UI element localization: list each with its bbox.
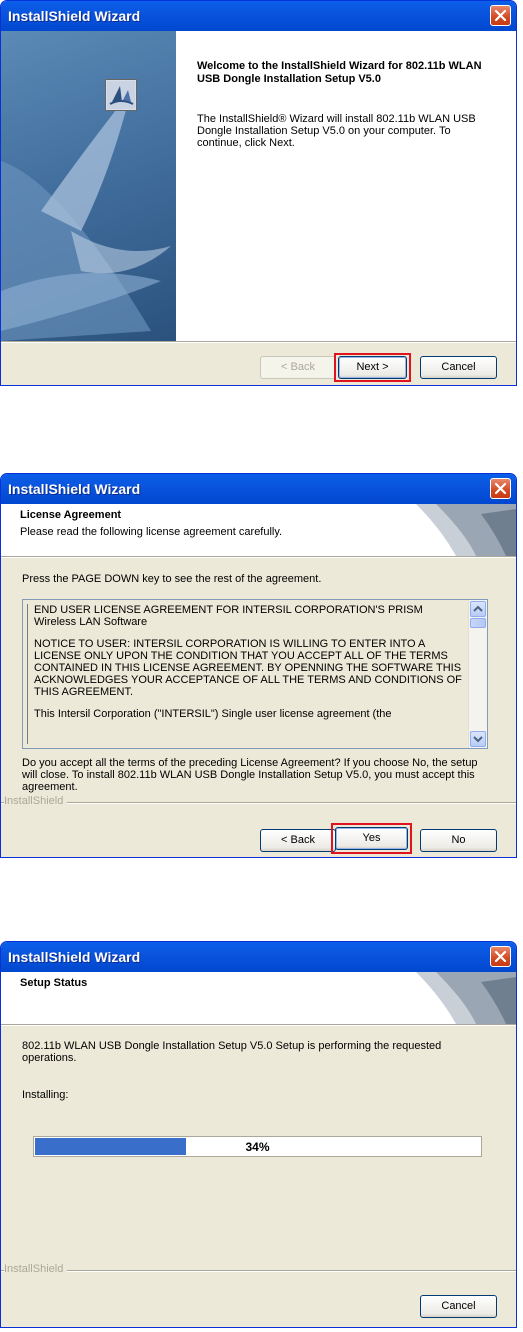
- page-subtitle: Please read the following license agreem…: [20, 526, 283, 538]
- close-icon: [494, 950, 507, 963]
- setup-status-window: InstallShield Wizard Setup Status 802.11…: [0, 941, 517, 1328]
- divider: [1, 1024, 516, 1026]
- divider: [1, 802, 516, 804]
- cancel-button[interactable]: Cancel: [420, 1295, 497, 1318]
- close-button[interactable]: [490, 5, 511, 26]
- license-textbox[interactable]: END USER LICENSE AGREEMENT FOR INTERSIL …: [22, 599, 488, 749]
- header-band: Setup Status: [1, 972, 516, 1024]
- wizard-side-banner: [1, 31, 176, 341]
- license-paragraph: This Intersil Corporation ("INTERSIL") S…: [34, 708, 392, 720]
- window-title: InstallShield Wizard: [8, 481, 141, 497]
- title-bar[interactable]: InstallShield Wizard: [1, 474, 516, 504]
- window-title: InstallShield Wizard: [8, 949, 141, 965]
- close-button[interactable]: [490, 946, 511, 967]
- instruction-text: Press the PAGE DOWN key to see the rest …: [22, 573, 322, 585]
- welcome-title: Welcome to the InstallShield Wizard for …: [197, 60, 482, 85]
- close-icon: [494, 9, 507, 22]
- license-wizard-window: InstallShield Wizard License Agreement P…: [0, 473, 517, 858]
- close-button[interactable]: [490, 478, 511, 499]
- progress-bar: 34%: [33, 1136, 482, 1157]
- close-icon: [494, 482, 507, 495]
- cancel-button[interactable]: Cancel: [420, 356, 497, 379]
- accept-question: Do you accept all the terms of the prece…: [22, 757, 478, 793]
- next-button[interactable]: Next >: [338, 356, 407, 379]
- installshield-brand: InstallShield: [4, 1263, 68, 1275]
- license-text: END USER LICENSE AGREEMENT FOR INTERSIL …: [27, 604, 465, 744]
- installshield-brand: InstallShield: [4, 795, 68, 807]
- back-button[interactable]: < Back: [260, 829, 336, 852]
- header-art-icon: [416, 504, 516, 556]
- welcome-description: The InstallShield® Wizard will install 8…: [197, 113, 476, 149]
- installing-label: Installing:: [22, 1089, 69, 1101]
- license-paragraph: NOTICE TO USER: INTERSIL CORPORATION IS …: [34, 638, 462, 698]
- yes-button[interactable]: Yes: [335, 827, 408, 850]
- page-title: Setup Status: [20, 977, 88, 989]
- arrow-up-icon: [473, 605, 483, 612]
- scroll-down-button[interactable]: [470, 731, 486, 747]
- installshield-logo-icon: [105, 79, 137, 111]
- page-title: License Agreement: [20, 509, 122, 521]
- banner-art-icon: [1, 91, 171, 341]
- arrow-down-icon: [473, 736, 483, 743]
- header-band: License Agreement Please read the follow…: [1, 504, 516, 556]
- progress-percent: 34%: [245, 1140, 270, 1154]
- divider: [1, 556, 516, 558]
- window-title: InstallShield Wizard: [8, 8, 141, 24]
- scroll-thumb[interactable]: [470, 618, 486, 628]
- no-button[interactable]: No: [420, 829, 497, 852]
- vertical-scrollbar[interactable]: [468, 600, 487, 748]
- license-paragraph: END USER LICENSE AGREEMENT FOR INTERSIL …: [34, 604, 423, 628]
- back-button[interactable]: < Back: [260, 356, 336, 379]
- title-bar[interactable]: InstallShield Wizard: [1, 942, 516, 972]
- welcome-wizard-window: InstallShield Wizard Welcome to the Inst…: [0, 0, 517, 386]
- scroll-up-button[interactable]: [470, 601, 486, 617]
- divider: [1, 1270, 516, 1272]
- header-art-icon: [416, 972, 516, 1024]
- divider: [1, 341, 516, 343]
- status-text: 802.11b WLAN USB Dongle Installation Set…: [22, 1040, 442, 1064]
- title-bar[interactable]: InstallShield Wizard: [1, 1, 516, 31]
